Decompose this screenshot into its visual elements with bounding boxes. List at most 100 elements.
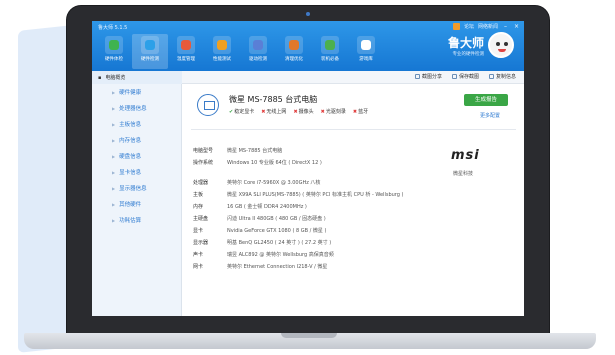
sidebar-item[interactable]: ▶ 硬件健康 [92, 84, 181, 100]
sidebar-item-label: 功耗估算 [119, 218, 142, 224]
spec-key: 显卡 [193, 227, 204, 234]
save-screenshot-button[interactable]: 保存截图 [451, 73, 479, 80]
spec-value[interactable]: 明基 BenQ GL2450 ( 24 英寸 ) ( 27.2 英寸 ) [227, 239, 331, 246]
sidebar-item-label: 处理器信息 [119, 106, 147, 112]
monitor-icon: ▪ [98, 74, 102, 81]
spec-row: 网卡 英特尔 Ethernet Connection I218-V / 微星 [193, 260, 433, 272]
chip-icon [141, 36, 159, 54]
sidebar-item[interactable]: ▶ 功耗估算 [92, 212, 181, 228]
shield-icon-glyph [109, 40, 119, 50]
toolbar-item-label: 硬件体检 [105, 57, 123, 62]
vendor-caption: 微星科技 [453, 171, 474, 177]
mascot-avatar-icon[interactable] [488, 32, 514, 58]
brand: 鲁大师 专业的硬件检测 [448, 32, 514, 58]
chevron-right-icon: ▶ [112, 137, 116, 143]
main-panel: 微星 MS-7885 台式电脑 ✔ 稳定显卡 ✖ 无线上网 ✖ 摄像头 ✖ 光驱刻录 ✖ 蓝牙 生… [183, 84, 524, 316]
check-icon: ✔ [229, 108, 234, 115]
shield-icon [105, 36, 123, 54]
spec-row: 处理器 英特尔 Core i7-5960X @ 3.00GHz 八核 [193, 176, 433, 188]
spec-value[interactable]: 微星 X99A SLI PLUS(MS-7885) ( 英特尔 PCI 标准主机… [227, 191, 403, 198]
feature-check-label: 稳定显卡 [234, 109, 255, 115]
sidebar-item[interactable]: ▶ 内存信息 [92, 132, 181, 148]
sidebar-item[interactable]: ▶ 显示器信息 [92, 180, 181, 196]
toolbar-item-label: 清理优化 [285, 57, 303, 62]
sidebar: ▶ 硬件健康 ▶ 处理器信息 ▶ 主板信息 ▶ 内存信息 ▶ 硬盘信息 ▶ 显卡信息 ▶ 显示器信息 ▶ 其他… [92, 84, 182, 316]
share-icon [414, 74, 420, 79]
toolbar-item-label: 装机必备 [321, 57, 339, 62]
cross-icon: ✖ [293, 108, 298, 115]
brand-name: 鲁大师 [447, 35, 484, 50]
close-button[interactable]: × [513, 23, 520, 30]
brand-text: 鲁大师 专业的硬件检测 [448, 34, 484, 57]
chevron-right-icon: ▶ [112, 185, 116, 191]
spec-value[interactable]: 微星 MS-7885 台式电脑 [227, 147, 282, 154]
minimize-button[interactable]: – [502, 23, 509, 30]
chevron-right-icon: ▶ [112, 89, 116, 95]
share-screenshot-button[interactable]: 截图分享 [414, 73, 442, 80]
section-title: 电脑概览 [105, 75, 126, 81]
chevron-right-icon: ▶ [112, 201, 116, 207]
spec-value[interactable]: Windows 10 专业版 64位 ( DirectX 12 ) [227, 159, 322, 166]
news-link[interactable]: 网络新闻 [478, 23, 498, 30]
spec-key: 主硬盘 [193, 215, 209, 222]
notification-icon[interactable] [452, 23, 460, 30]
broom-icon [285, 36, 303, 54]
toolbar-item-6[interactable]: 装机必备 [312, 34, 348, 69]
app-window: 鲁大师 5.1.5 论坛 网络新闻 – × 硬件体检 硬件检测 温度管理 性能测试 驱动… [92, 21, 524, 316]
laptop-notch [281, 333, 337, 338]
spec-list: 电脑型号 微星 MS-7885 台式电脑 操作系统 Windows 10 专业版 64… [193, 144, 433, 272]
chart-icon [177, 36, 195, 54]
window-title: 鲁大师 5.1.5 [98, 25, 128, 31]
toolbar-item-5[interactable]: 清理优化 [276, 34, 312, 69]
app-header: 鲁大师 5.1.5 论坛 网络新闻 – × 硬件体检 硬件检测 温度管理 性能测试 驱动… [92, 21, 524, 71]
sidebar-item[interactable]: ▶ 主板信息 [92, 116, 181, 132]
chevron-right-icon: ▶ [112, 121, 116, 127]
chip-icon-glyph [145, 40, 155, 50]
toolbar-item-0[interactable]: 硬件体检 [96, 34, 132, 69]
chevron-right-icon: ▶ [112, 169, 116, 175]
sidebar-item[interactable]: ▶ 显卡信息 [92, 164, 181, 180]
spec-row: 内存 16 GB ( 金士顿 DDR4 2400MHz ) [193, 200, 433, 212]
spec-row: 主板 微星 X99A SLI PLUS(MS-7885) ( 英特尔 PCI 标准… [193, 188, 433, 200]
more-config-link[interactable]: 更多配置 [480, 112, 500, 119]
stage: 鲁大师 5.1.5 论坛 网络新闻 – × 硬件体检 硬件检测 温度管理 性能测试 驱动… [0, 0, 615, 355]
section-bar: ▪ 电脑概览 截图分享 保存截图 复制信息 [92, 71, 524, 84]
sidebar-item-label: 内存信息 [119, 138, 142, 144]
spec-value[interactable]: 英特尔 Ethernet Connection I218-V / 微星 [227, 263, 327, 270]
feature-checks: ✔ 稳定显卡 ✖ 无线上网 ✖ 摄像头 ✖ 光驱刻录 ✖ 蓝牙 [229, 108, 369, 116]
toolbar-item-7[interactable]: 游戏库 [348, 34, 384, 69]
sidebar-item[interactable]: ▶ 硬盘信息 [92, 148, 181, 164]
toolbar-item-4[interactable]: 驱动检测 [240, 34, 276, 69]
main-toolbar: 硬件体检 硬件检测 温度管理 性能测试 驱动检测 清理优化 装机必备 游戏库 [96, 34, 384, 69]
chart-icon-glyph [181, 40, 191, 50]
spec-value[interactable]: 闪迪 Ultra II 480GB ( 480 GB / 固态硬盘 ) [227, 215, 326, 222]
computer-icon [197, 94, 219, 116]
toolbar-item-3[interactable]: 性能测试 [204, 34, 240, 69]
spec-value[interactable]: 16 GB ( 金士顿 DDR4 2400MHz ) [227, 203, 307, 210]
spec-key: 内存 [193, 203, 204, 210]
feature-check-label: 摄像头 [298, 109, 314, 115]
boxes-icon-glyph [325, 40, 335, 50]
spec-row: 显卡 Nvidia GeForce GTX 1080 ( 8 GB / 微星 ) [193, 224, 433, 236]
feature-check: ✖ 光驱刻录 [321, 108, 346, 116]
section-heading: ▪ 电脑概览 [92, 71, 182, 84]
spec-value[interactable]: 瑞昱 ALC892 @ 英特尔 Wellsburg 高保真音频 [227, 251, 334, 258]
feature-check-label: 蓝牙 [358, 109, 369, 115]
spec-value[interactable]: Nvidia GeForce GTX 1080 ( 8 GB / 微星 ) [227, 227, 326, 234]
broom-icon-glyph [289, 40, 299, 50]
toolbar-item-label: 硬件检测 [141, 57, 159, 62]
copy-info-button[interactable]: 复制信息 [488, 73, 516, 80]
toolbar-item-1[interactable]: 硬件检测 [132, 34, 168, 69]
toolbar-item-2[interactable]: 温度管理 [168, 34, 204, 69]
copy-icon [488, 74, 494, 79]
forum-link[interactable]: 论坛 [464, 23, 474, 30]
spec-value[interactable]: 英特尔 Core i7-5960X @ 3.00GHz 八核 [227, 179, 320, 186]
sidebar-item-label: 主板信息 [119, 122, 142, 128]
generate-report-button[interactable]: 生成报告 [464, 94, 508, 106]
spec-row: 电脑型号 微星 MS-7885 台式电脑 [193, 144, 433, 156]
spec-row: 操作系统 Windows 10 专业版 64位 ( DirectX 12 ) [193, 156, 433, 168]
spec-key: 显示器 [193, 239, 209, 246]
sidebar-item[interactable]: ▶ 其他硬件 [92, 196, 181, 212]
laptop-base [24, 333, 596, 349]
sidebar-item[interactable]: ▶ 处理器信息 [92, 100, 181, 116]
